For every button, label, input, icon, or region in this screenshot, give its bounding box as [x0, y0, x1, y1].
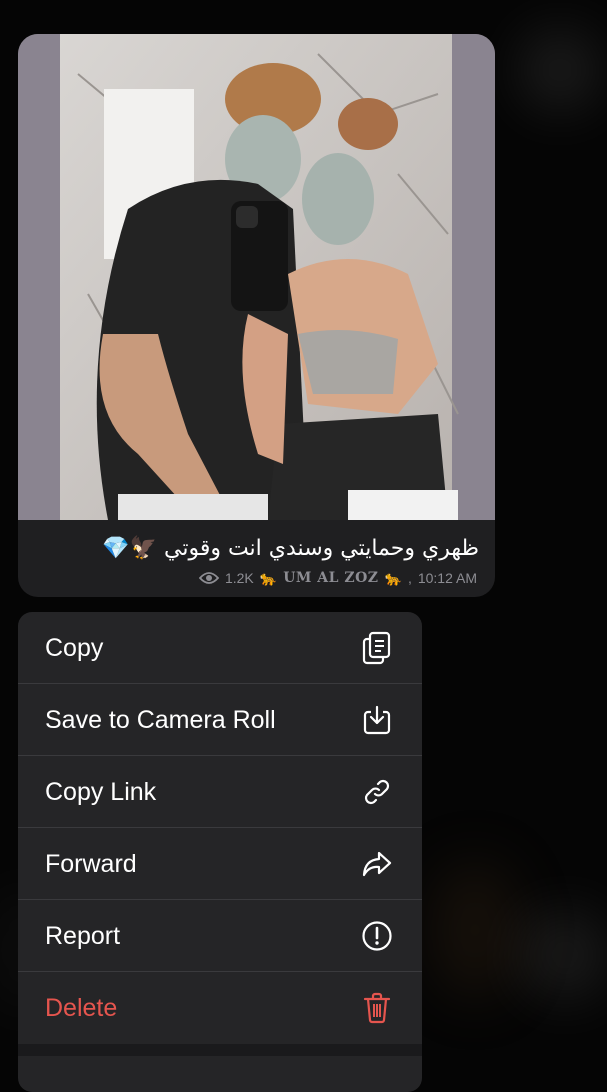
report-exclamation-icon	[360, 919, 394, 953]
menu-item-label: Delete	[45, 993, 118, 1022]
menu-item-copy[interactable]: Copy	[18, 612, 422, 684]
menu-item-label: Forward	[45, 849, 137, 878]
menu-item-report[interactable]: Report	[18, 900, 422, 972]
menu-item-delete[interactable]: Delete	[18, 972, 422, 1044]
menu-section-gap	[18, 1044, 422, 1056]
save-download-icon	[360, 703, 394, 737]
message-bubble[interactable]: ظهري وحمايتي وسندي انت وقوتي 🦅💎 1.2K 🐆 U…	[18, 34, 495, 597]
link-icon	[360, 775, 394, 809]
menu-item-label: Save to Camera Roll	[45, 705, 276, 734]
forward-arrow-icon	[360, 847, 394, 881]
view-count: 1.2K	[224, 570, 254, 586]
message-caption: ظهري وحمايتي وسندي انت وقوتي 🦅💎	[102, 536, 479, 561]
background-blur	[520, 30, 600, 110]
menu-item-label: Copy Link	[45, 777, 157, 806]
menu-item-label: Report	[45, 921, 121, 950]
trash-icon	[360, 991, 394, 1025]
background-blur	[430, 860, 520, 1000]
author-emoji: 🐆	[384, 569, 402, 586]
author-emoji: 🐆	[259, 569, 278, 586]
author-signature: UM AL ZOZ	[283, 570, 379, 586]
meta-separator: ,	[407, 570, 412, 586]
context-menu: Copy Save to Camera Roll Copy Link Forwa…	[18, 612, 422, 1092]
copy-icon	[360, 631, 394, 665]
menu-item-save-to-camera-roll[interactable]: Save to Camera Roll	[18, 684, 422, 756]
message-photo[interactable]	[18, 34, 495, 520]
background-blur	[520, 910, 607, 1000]
message-time: 10:12 AM	[417, 570, 477, 586]
menu-item-label: Copy	[45, 633, 104, 662]
message-meta: 1.2K 🐆 UM AL ZOZ 🐆 , 10:12 AM	[198, 568, 477, 588]
menu-item-copy-link[interactable]: Copy Link	[18, 756, 422, 828]
views-eye-icon	[198, 571, 219, 585]
menu-item-forward[interactable]: Forward	[18, 828, 422, 900]
